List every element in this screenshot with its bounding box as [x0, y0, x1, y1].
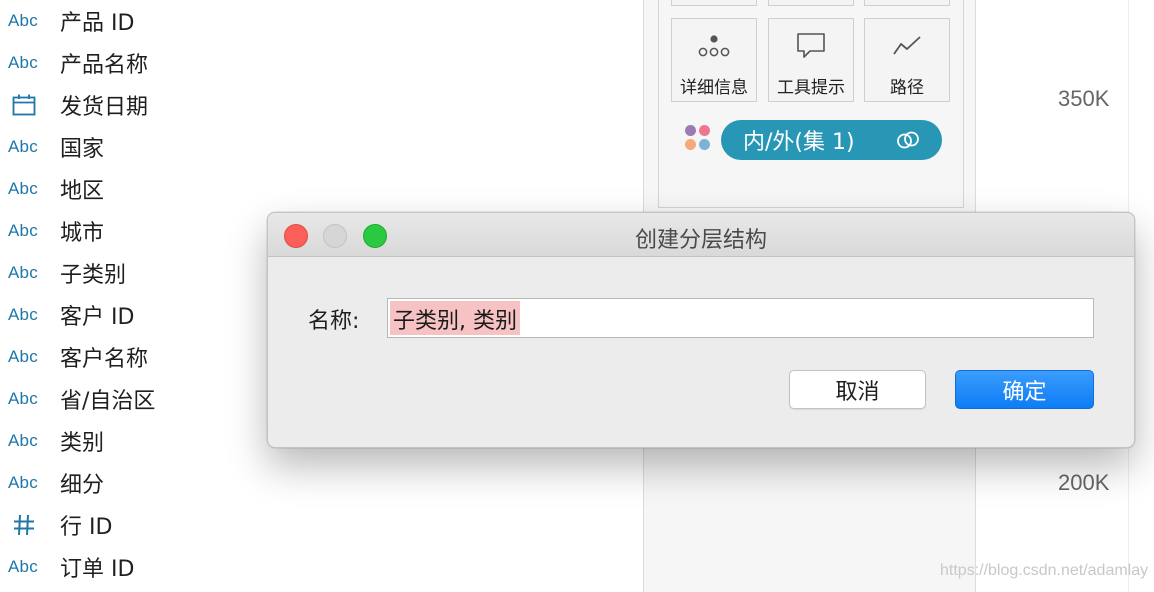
field-label: 国家 [60, 137, 105, 162]
string-type-icon: Abc [8, 389, 38, 408]
mark-button-partial[interactable] [671, 0, 757, 6]
path-line-icon [892, 31, 922, 61]
axis-tick-label: 350K [1058, 86, 1110, 111]
field-item[interactable]: 发货日期 [0, 84, 260, 126]
set-pill[interactable]: 内/外(集 1) [721, 120, 942, 160]
field-item[interactable]: Abc 客户 ID [0, 294, 260, 336]
field-label: 细分 [60, 473, 105, 498]
tooltip-mark-button[interactable]: 工具提示 [768, 18, 854, 102]
mark-button-label: 路径 [890, 78, 924, 98]
field-label: 产品名称 [60, 53, 149, 78]
string-type-icon: Abc [8, 305, 38, 324]
cancel-button[interactable]: 取消 [789, 370, 926, 409]
string-type-icon: Abc [8, 53, 38, 72]
string-type-icon: Abc [8, 137, 38, 156]
set-link-icon [896, 129, 920, 155]
field-item[interactable]: Abc 产品 ID [0, 0, 260, 42]
field-label: 子类别 [60, 263, 127, 288]
hierarchy-name-input[interactable]: 子类别, 类别 [387, 298, 1094, 338]
ok-button[interactable]: 确定 [955, 370, 1094, 409]
string-type-icon: Abc [8, 557, 38, 576]
field-item[interactable]: Abc 国家 [0, 126, 260, 168]
field-item[interactable]: Abc 客户名称 [0, 336, 260, 378]
field-label: 产品 ID [60, 11, 135, 36]
field-label: 城市 [60, 221, 105, 246]
field-label: 客户 ID [60, 305, 135, 330]
string-type-icon: Abc [8, 221, 38, 240]
field-label: 发货日期 [60, 95, 149, 120]
field-item[interactable]: Abc 细分 [0, 462, 260, 504]
string-type-icon: Abc [8, 263, 38, 282]
path-mark-button[interactable]: 路径 [864, 18, 950, 102]
field-label: 客户名称 [60, 347, 149, 372]
create-hierarchy-dialog: 创建分层结构 名称: 子类别, 类别 取消 确定 [267, 212, 1135, 448]
detail-mark-button[interactable]: 详细信息 [671, 18, 757, 102]
string-type-icon: Abc [8, 473, 38, 492]
field-item[interactable]: Abc 城市 [0, 210, 260, 252]
string-type-icon: Abc [8, 347, 38, 366]
name-input-value: 子类别, 类别 [390, 301, 520, 335]
detail-dots-icon [697, 31, 731, 61]
watermark: https://blog.csdn.net/adamlay [940, 562, 1149, 579]
field-label: 类别 [60, 431, 105, 456]
name-field-label: 名称: [308, 309, 360, 334]
field-label: 地区 [60, 179, 105, 204]
mark-button-partial[interactable] [768, 0, 854, 6]
string-type-icon: Abc [8, 431, 38, 450]
mark-button-partial[interactable] [864, 0, 950, 6]
mark-button-label: 工具提示 [777, 78, 845, 98]
field-item[interactable]: 行 ID [0, 504, 260, 546]
tooltip-bubble-icon [796, 31, 826, 61]
dialog-titlebar[interactable]: 创建分层结构 [268, 213, 1134, 257]
field-label: 订单 ID [60, 557, 135, 582]
string-type-icon: Abc [8, 179, 38, 198]
field-item[interactable]: Abc 子类别 [0, 252, 260, 294]
axis-tick-label: 200K [1058, 470, 1110, 495]
dialog-title: 创建分层结构 [634, 228, 767, 253]
field-item[interactable]: Abc 产品名称 [0, 42, 260, 84]
field-item[interactable]: Abc 类别 [0, 420, 260, 462]
data-pane-field-list: Abc 产品 ID Abc 产品名称 发货日期 Abc 国家 Abc 地区 Ab… [0, 0, 260, 592]
color-dots-icon [685, 125, 713, 153]
calendar-icon [8, 94, 52, 116]
pill-label: 内/外(集 1) [743, 130, 855, 155]
field-label: 省/自治区 [60, 389, 156, 414]
field-item[interactable]: Abc 省/自治区 [0, 378, 260, 420]
field-label: 行 ID [60, 515, 113, 540]
mark-button-label: 详细信息 [680, 78, 748, 98]
string-type-icon: Abc [8, 11, 38, 30]
field-item[interactable]: Abc 订单 ID [0, 546, 260, 588]
field-item[interactable]: Abc 地区 [0, 168, 260, 210]
hash-icon [8, 513, 52, 537]
